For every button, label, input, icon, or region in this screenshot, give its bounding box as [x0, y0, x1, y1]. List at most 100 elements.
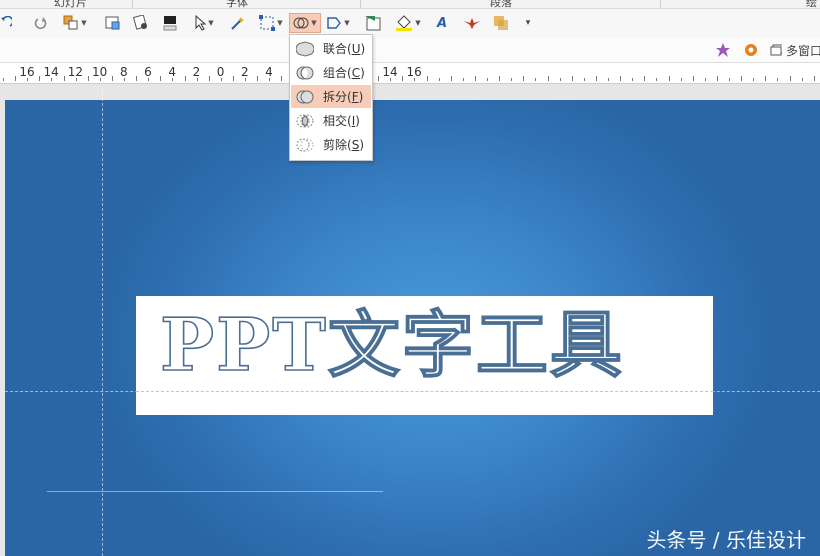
ruler-tick: [39, 76, 41, 81]
menu-item-label: 联合(: [323, 42, 352, 56]
ruler-tick: [644, 76, 646, 81]
animation-button[interactable]: [461, 13, 483, 33]
shape-fill-button[interactable]: ▼: [393, 13, 423, 33]
subtract-icon: [296, 138, 314, 151]
format-painter-button[interactable]: [103, 13, 123, 33]
paint-bucket-icon: [396, 15, 413, 31]
multi-window-button[interactable]: 多窗口: [770, 40, 820, 60]
ruler-tick: [402, 76, 404, 81]
ruler-tick: [777, 78, 779, 81]
merge-shapes-button[interactable]: ▼: [289, 13, 321, 33]
settings-button[interactable]: [740, 40, 762, 60]
menu-item-tail: ): [359, 138, 364, 152]
outlined-title-text[interactable]: PPT文字工具: [159, 304, 624, 386]
ruler-tick: [378, 76, 380, 81]
redo-button[interactable]: [32, 13, 50, 33]
ruler-tick: [741, 76, 743, 81]
undo-icon: [1, 16, 12, 27]
slide-line[interactable]: [47, 491, 383, 492]
menu-item-union[interactable]: 联合(U): [291, 37, 371, 60]
ruler-tick: [583, 78, 585, 81]
ruler-tick: [595, 76, 597, 81]
color-squares-icon: [494, 16, 508, 30]
menu-item-tail: ): [360, 42, 366, 56]
ruler-tick: [51, 78, 53, 81]
ruler-tick: [136, 76, 138, 81]
group-separator: [660, 0, 661, 8]
text-effects-button[interactable]: A: [432, 13, 452, 33]
menu-item-label: 组合(: [323, 66, 352, 80]
line-color-button[interactable]: [160, 13, 180, 33]
ruler-tick: [559, 78, 561, 81]
ruler-number: 4: [265, 65, 273, 79]
gear-icon: [745, 44, 757, 56]
shape-outline-button[interactable]: ▼: [324, 13, 352, 33]
ruler-number: 16: [406, 65, 422, 79]
change-shape-button[interactable]: [362, 13, 384, 33]
ruler-number: 16: [19, 65, 35, 79]
ruler-number: 2: [192, 65, 201, 79]
menu-item-subtract[interactable]: 剪除(S): [291, 133, 371, 156]
ruler-tick: [462, 78, 464, 81]
ruler-tick: [208, 76, 210, 81]
ruler-tick: [813, 76, 815, 81]
group-separator: [132, 0, 133, 8]
shape-effects-button[interactable]: [228, 13, 248, 33]
ruler-number: 14: [382, 65, 398, 79]
ruler-number: 2: [240, 65, 249, 79]
menu-item-combine[interactable]: 组合(C): [291, 61, 371, 84]
menu-item-label: 相交(: [323, 114, 352, 128]
edit-points-button[interactable]: ▼: [257, 13, 285, 33]
ruler-tick: [729, 78, 730, 81]
group-label-slides: 幻灯片: [54, 0, 87, 9]
ruler-tick: [257, 76, 259, 81]
quick-toolbar: ▼ ▼ ▼ ▼ ▼ ▼ A ▾: [0, 9, 820, 39]
textbox-guide: [136, 391, 713, 392]
ruler-tick: [87, 76, 89, 81]
watermark-text: 头条号 / 乐佳设计: [646, 528, 806, 552]
menu-item-key: C: [351, 66, 361, 80]
vertical-guide[interactable]: [102, 88, 103, 556]
arrange-button[interactable]: ▼: [60, 13, 90, 33]
intersect-icon: [296, 114, 314, 127]
ruler-tick: [656, 78, 658, 81]
group-separator: [360, 0, 361, 8]
select-button[interactable]: ▼: [192, 13, 216, 33]
arrange-icon: [63, 15, 78, 30]
undo-button[interactable]: [0, 13, 12, 33]
ruler-tick: [124, 78, 125, 81]
ruler-tick: [390, 78, 392, 81]
chevron-down-icon: ▼: [277, 19, 283, 27]
menu-item-label: 拆分(: [323, 90, 352, 104]
ruler-tick: [111, 76, 113, 81]
ruler-tick: [523, 76, 525, 81]
menu-item-fragment[interactable]: 拆分(F): [291, 85, 371, 108]
cursor-icon: [195, 15, 207, 31]
ruler-tick: [426, 76, 428, 81]
ruler-tick: [680, 78, 682, 81]
plugin-button[interactable]: [712, 40, 734, 60]
group-label-font: 字体: [226, 0, 248, 9]
menu-item-tail: ): [358, 90, 364, 104]
ruler-tick: [438, 78, 440, 81]
chevron-down-icon: ▼: [81, 19, 87, 27]
horizontal-ruler[interactable]: 1614121086420246810121416: [0, 63, 820, 84]
ruler-tick: [184, 76, 186, 81]
more-icon: ▾: [525, 18, 531, 28]
ruler-tick: [414, 78, 416, 81]
ruler-tick: [172, 78, 174, 81]
merge-shapes-menu: 联合(U) 组合(C) 拆分(F) 相交(I) 剪除(S): [289, 34, 373, 161]
shape-color-button[interactable]: [490, 13, 512, 33]
merge-shapes-icon: [293, 17, 309, 29]
ruler-tick: [499, 76, 501, 81]
line-color-icon: [163, 16, 177, 31]
ruler-tick: [753, 78, 755, 81]
ruler-number: 14: [43, 65, 59, 79]
ruler-tick: [281, 76, 283, 81]
ruler-tick: [75, 78, 77, 81]
more-options-button[interactable]: ▾: [522, 13, 534, 33]
ruler-tick: [692, 76, 694, 81]
fill-button[interactable]: [131, 13, 151, 33]
ruler-tick: [535, 78, 537, 81]
menu-item-intersect[interactable]: 相交(I): [291, 109, 371, 132]
